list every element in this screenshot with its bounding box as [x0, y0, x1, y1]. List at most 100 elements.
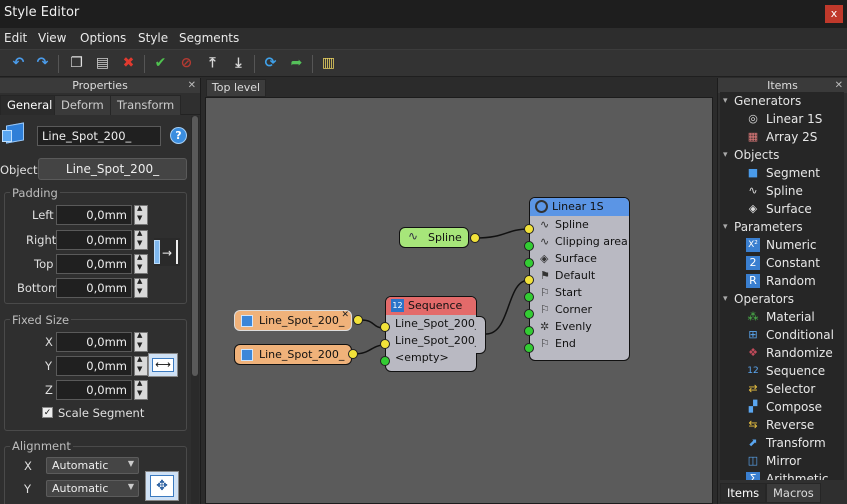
linear-clipping-pin[interactable] [524, 241, 534, 251]
size-y-input[interactable]: 0,0mm [56, 356, 132, 376]
linear-spline-pin[interactable] [524, 224, 534, 234]
move-bottom-icon[interactable]: ⤓ [230, 55, 247, 72]
sequence-input-3-pin[interactable] [380, 356, 390, 366]
padding-left-input[interactable]: 0,0mm [56, 205, 132, 225]
linear-start-pin[interactable] [524, 292, 534, 302]
item-segment[interactable]: ■ Segment [720, 164, 844, 182]
item-array-2s[interactable]: ▦ Array 2S [720, 128, 844, 146]
sequence-output-tab[interactable] [476, 316, 486, 354]
menu-edit[interactable]: Edit [4, 31, 27, 45]
linear-surface-pin[interactable] [524, 258, 534, 268]
padding-right-spinner[interactable] [134, 229, 148, 250]
item-arithmetic-label: Arithmetic [766, 472, 829, 480]
category-generators[interactable]: Generators [720, 92, 844, 110]
padding-right-input[interactable]: 0,0mm [56, 230, 132, 250]
item-mirror[interactable]: ◫ Mirror [720, 452, 844, 470]
item-selector[interactable]: ⇄ Selector [720, 380, 844, 398]
node-canvas[interactable]: ∿ Spline Line_Spot_200_ ✕ Line_Spot_200_… [205, 97, 713, 504]
item-spline[interactable]: ∿ Spline [720, 182, 844, 200]
category-operators[interactable]: Operators [720, 290, 844, 308]
export-icon[interactable]: ➦ [288, 55, 305, 72]
move-top-icon[interactable]: ⤒ [204, 55, 221, 72]
tab-top-level[interactable]: Top level [206, 79, 266, 97]
size-z-spinner[interactable] [134, 379, 148, 400]
item-constant[interactable]: 2 Constant [720, 254, 844, 272]
tab-deform[interactable]: Deform [54, 95, 111, 115]
scale-segment-checkbox[interactable]: ✓ [42, 407, 53, 418]
padding-top-input[interactable]: 0,0mm [56, 254, 132, 274]
size-z-input[interactable]: 0,0mm [56, 380, 132, 400]
item-numeric[interactable]: X² Numeric [720, 236, 844, 254]
delete-icon[interactable]: ✖ [120, 55, 137, 72]
item-segment-label: Segment [766, 166, 820, 180]
node-remove-icon[interactable]: ✕ [341, 311, 349, 320]
menu-view[interactable]: View [38, 31, 66, 45]
cancel-icon[interactable]: ⊘ [178, 55, 195, 72]
items-tree[interactable]: Generators ◎Linear 1S ▦Array 2S Objects … [720, 92, 844, 480]
help-button[interactable]: ? [170, 127, 187, 144]
name-input[interactable]: Line_Spot_200_ [37, 126, 161, 146]
align-y-dropdown[interactable]: Automatic ▼ [46, 480, 139, 497]
menu-options[interactable]: Options [80, 31, 126, 45]
padding-top-spinner[interactable] [134, 253, 148, 274]
item-random[interactable]: R Random [720, 272, 844, 290]
tab-transform[interactable]: Transform [110, 95, 182, 115]
refresh-icon[interactable]: ⟳ [262, 55, 279, 72]
category-parameters[interactable]: Parameters [720, 218, 844, 236]
size-y-spinner[interactable] [134, 355, 148, 376]
category-objects[interactable]: Objects [720, 146, 844, 164]
node-linear-1s[interactable]: Linear 1S ∿ Spline ∿ Clipping area ◈ Surfac… [529, 197, 630, 361]
menu-segments[interactable]: Segments [179, 31, 239, 45]
node-sequence[interactable]: 12 Sequence Line_Spot_200_ Line_Spot_200… [385, 296, 477, 372]
item-linear-1s[interactable]: ◎ Linear 1S [720, 110, 844, 128]
linear-input-end-label: End [555, 337, 576, 350]
source-2-output-pin[interactable] [348, 349, 358, 359]
node-spline[interactable]: ∿ Spline [399, 227, 469, 248]
node-source-2[interactable]: Line_Spot_200_ [234, 344, 352, 365]
items-close-icon[interactable]: ✕ [835, 78, 843, 93]
padding-bottom-input[interactable]: 0,0mm [56, 278, 132, 298]
sequence-input-2-pin[interactable] [380, 339, 390, 349]
node-source-1[interactable]: Line_Spot_200_ ✕ [234, 310, 352, 331]
object-button[interactable]: Line_Spot_200_ [38, 158, 187, 180]
linear-input-evenly-label: Evenly [555, 320, 592, 333]
source-1-output-pin[interactable] [353, 315, 363, 325]
alignment-mode-icon[interactable]: ✥ [145, 471, 179, 501]
tab-items[interactable]: Items [720, 483, 767, 503]
linear-evenly-pin[interactable] [524, 326, 534, 336]
item-sequence[interactable]: 12 Sequence [720, 362, 844, 380]
item-surface[interactable]: ◈ Surface [720, 200, 844, 218]
fixed-size-mode-icon[interactable]: ⟷ [148, 353, 178, 377]
item-compose[interactable]: ▞ Compose [720, 398, 844, 416]
padding-bottom-spinner[interactable] [134, 277, 148, 298]
scrollbar-thumb[interactable] [192, 116, 198, 376]
item-transform[interactable]: ⬈ Transform [720, 434, 844, 452]
item-randomize[interactable]: ❖ Randomize [720, 344, 844, 362]
linear-end-pin[interactable] [524, 343, 534, 353]
apply-check-icon[interactable]: ✔ [152, 55, 169, 72]
item-material[interactable]: ⁂ Material [720, 308, 844, 326]
notes-icon[interactable]: ▥ [320, 55, 337, 72]
tab-macros[interactable]: Macros [766, 483, 821, 503]
align-x-dropdown[interactable]: Automatic ▼ [46, 457, 139, 474]
padding-mode-icon[interactable]: → [154, 238, 180, 266]
properties-close-icon[interactable]: ✕ [188, 78, 196, 93]
linear-default-pin[interactable] [524, 275, 534, 285]
redo-icon[interactable]: ↷ [34, 55, 51, 72]
item-conditional[interactable]: ⊞ Conditional [720, 326, 844, 344]
tab-general[interactable]: General [0, 95, 60, 115]
size-x-spinner[interactable] [134, 331, 148, 352]
padding-left-spinner[interactable] [134, 204, 148, 225]
sequence-input-1-pin[interactable] [380, 322, 390, 332]
menu-style[interactable]: Style [138, 31, 168, 45]
copy-icon[interactable]: ❐ [68, 55, 85, 72]
properties-scrollbar[interactable] [191, 116, 199, 504]
undo-icon[interactable]: ↶ [10, 55, 27, 72]
item-reverse[interactable]: ⇆ Reverse [720, 416, 844, 434]
size-x-input[interactable]: 0,0mm [56, 332, 132, 352]
close-button[interactable]: x [825, 5, 843, 23]
linear-corner-pin[interactable] [524, 309, 534, 319]
item-arithmetic[interactable]: Σ Arithmetic [720, 470, 844, 480]
spline-output-pin[interactable] [470, 233, 480, 243]
paste-icon[interactable]: ▤ [94, 55, 111, 72]
